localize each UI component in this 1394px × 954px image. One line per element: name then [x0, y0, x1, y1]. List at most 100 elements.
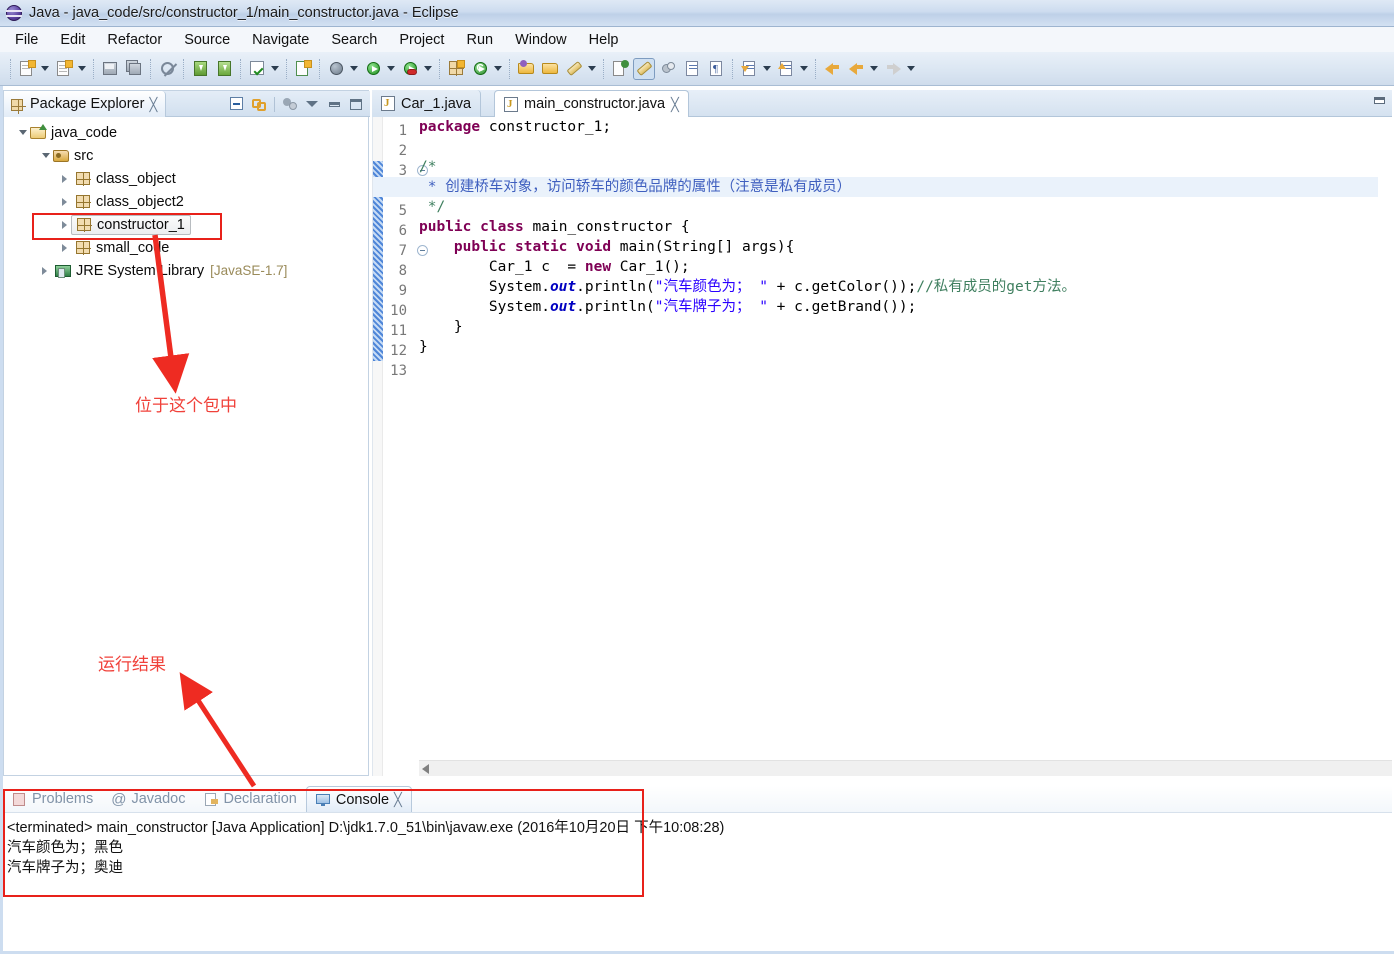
save-all-icon[interactable] [123, 58, 145, 80]
tab-problems[interactable]: Problems [3, 786, 102, 812]
open-type-dropdown-icon[interactable] [492, 58, 504, 80]
collapse-all-icon[interactable] [227, 94, 247, 114]
save-icon[interactable] [99, 58, 121, 80]
skip-all-breakpoints-icon[interactable] [156, 58, 178, 80]
android-virtual-device-manager-icon[interactable] [213, 58, 235, 80]
project-tree: java_code src class_object class_object2 [4, 117, 368, 775]
quick-fix-icon[interactable] [563, 58, 585, 80]
menu-source[interactable]: Source [173, 30, 241, 50]
menu-search[interactable]: Search [320, 30, 388, 50]
menu-navigate[interactable]: Navigate [241, 30, 320, 50]
tree-item-java_code[interactable]: java_code [4, 121, 368, 144]
new-java-project-icon[interactable] [53, 58, 75, 80]
previous-annotation-dropdown-icon[interactable] [798, 58, 810, 80]
toolbar-separator [183, 59, 184, 79]
package-icon [75, 193, 92, 210]
run-coverage-dropdown-icon[interactable] [422, 58, 434, 80]
twisty-closed-icon[interactable] [57, 221, 71, 229]
back-dropdown-icon[interactable] [868, 58, 880, 80]
menu-refactor[interactable]: Refactor [96, 30, 173, 50]
forward-dropdown-icon[interactable] [905, 58, 917, 80]
package-icon [75, 170, 92, 187]
link-with-editor-icon[interactable] [657, 58, 679, 80]
twisty-open-icon[interactable] [16, 130, 30, 135]
line-number: 11 [377, 321, 407, 341]
next-annotation-icon[interactable] [738, 58, 760, 80]
twisty-closed-icon[interactable] [57, 244, 71, 252]
link-with-editor-icon[interactable] [249, 94, 269, 114]
new-wizard-dropdown-icon[interactable] [39, 58, 51, 80]
menu-window[interactable]: Window [504, 30, 578, 50]
android-sdk-manager-icon[interactable] [189, 58, 211, 80]
console-output[interactable]: <terminated> main_constructor [Java Appl… [3, 812, 1392, 951]
view-menu-icon[interactable] [302, 94, 322, 114]
close-icon[interactable]: ╳ [671, 98, 679, 111]
tree-item-label: src [74, 148, 93, 164]
source-code[interactable]: package constructor_1; /* * 创建桥车对象，访问轿车的… [419, 117, 1378, 760]
tree-item-src[interactable]: src [4, 144, 368, 167]
minimize-view-icon[interactable] [324, 94, 344, 114]
tree-item-small_code[interactable]: small_code [4, 236, 368, 259]
menu-edit[interactable]: Edit [49, 30, 96, 50]
menu-file[interactable]: File [4, 30, 49, 50]
search-icon[interactable] [609, 58, 631, 80]
tab-package-explorer[interactable]: Package Explorer ╳ [4, 91, 166, 117]
twisty-closed-icon[interactable] [57, 198, 71, 206]
open-task-icon[interactable] [539, 58, 561, 80]
bottom-tab-row: Problems @ Javadoc Declaration Console [3, 786, 1392, 812]
line-number: 8 [377, 261, 407, 281]
menu-run[interactable]: Run [455, 30, 504, 50]
open-type-icon[interactable]: C [469, 58, 491, 80]
tab-car_1-java[interactable]: J Car_1.java [372, 90, 481, 117]
debug-icon[interactable] [325, 58, 347, 80]
bottom-tab-label: Javadoc [131, 791, 185, 807]
run-coverage-icon[interactable] [399, 58, 421, 80]
debug-dropdown-icon[interactable] [348, 58, 360, 80]
open-resource-icon[interactable] [515, 58, 537, 80]
new-java-package-icon[interactable] [445, 58, 467, 80]
tab-console[interactable]: Console ╳ [306, 786, 412, 812]
last-edit-location-icon[interactable] [821, 58, 843, 80]
next-annotation-dropdown-icon[interactable] [761, 58, 773, 80]
tree-item-label: class_object [96, 171, 176, 187]
run-dropdown-icon[interactable] [385, 58, 397, 80]
close-icon[interactable]: ╳ [149, 98, 157, 111]
forward-icon[interactable] [882, 58, 904, 80]
new-android-project-icon[interactable] [292, 58, 314, 80]
tree-item-class_object2[interactable]: class_object2 [4, 190, 368, 213]
minimize-editor-icon[interactable] [1372, 94, 1388, 108]
tree-item-class_object[interactable]: class_object [4, 167, 368, 190]
run-icon[interactable] [362, 58, 384, 80]
quick-fix-dropdown-icon[interactable] [586, 58, 598, 80]
new-wizard-icon[interactable] [16, 58, 38, 80]
new-java-project-dropdown-icon[interactable] [76, 58, 88, 80]
previous-annotation-icon[interactable] [775, 58, 797, 80]
toggle-block-selection-icon[interactable] [681, 58, 703, 80]
tab-declaration[interactable]: Declaration [195, 786, 306, 812]
tab-main_constructor-java[interactable]: J main_constructor.java ╳ [494, 90, 689, 117]
menu-project[interactable]: Project [388, 30, 455, 50]
code-line: } [419, 337, 1378, 357]
tree-item-selected-highlight[interactable]: constructor_1 [71, 215, 191, 235]
twisty-closed-icon[interactable] [57, 175, 71, 183]
window-title: Java - java_code/src/constructor_1/main_… [29, 5, 459, 21]
tree-item-constructor_1[interactable]: constructor_1 [4, 213, 368, 236]
tree-item-jre-system-library[interactable]: JRE System Library [JavaSE-1.7] [4, 259, 368, 282]
twisty-closed-icon[interactable] [37, 267, 51, 275]
toggle-mark-occurrences-icon[interactable] [633, 58, 655, 80]
view-menu-focus-icon[interactable] [280, 94, 300, 114]
back-icon[interactable] [845, 58, 867, 80]
scroll-left-icon[interactable] [422, 764, 429, 774]
show-whitespace-icon[interactable]: ¶ [705, 58, 727, 80]
run-last-tool-icon[interactable] [246, 58, 268, 80]
run-last-tool-dropdown-icon[interactable] [269, 58, 281, 80]
editor-horizontal-scrollbar[interactable] [419, 760, 1392, 776]
close-icon[interactable]: ╳ [394, 793, 402, 806]
twisty-open-icon[interactable] [39, 153, 53, 158]
bottom-tab-label: Problems [32, 791, 93, 807]
tab-javadoc[interactable]: @ Javadoc [102, 786, 194, 812]
package-explorer-tab-row: Package Explorer ╳ [4, 91, 370, 117]
line-number: 5 [377, 201, 407, 221]
maximize-view-icon[interactable] [346, 94, 366, 114]
menu-help[interactable]: Help [578, 30, 630, 50]
